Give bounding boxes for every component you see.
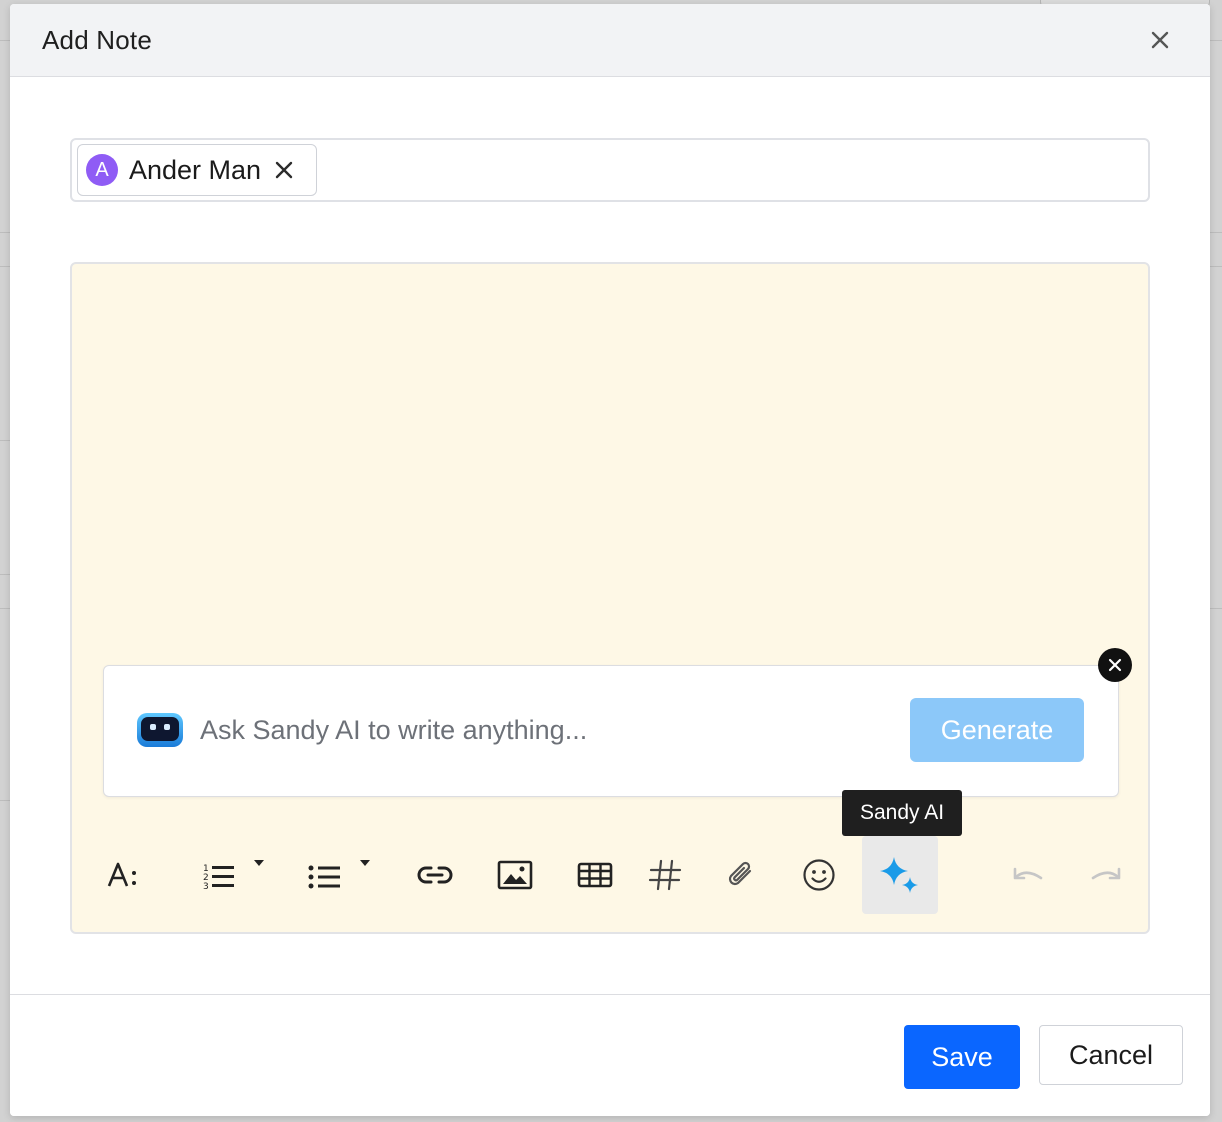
background-divider bbox=[1210, 40, 1222, 41]
background-divider bbox=[1210, 266, 1222, 267]
emoji-icon bbox=[803, 859, 835, 891]
save-button[interactable]: Save bbox=[904, 1025, 1020, 1089]
link-button[interactable] bbox=[410, 836, 460, 914]
background-divider bbox=[0, 232, 10, 233]
remove-recipient-button[interactable] bbox=[273, 159, 295, 181]
hashtag-icon bbox=[648, 859, 682, 891]
text-format-button[interactable] bbox=[98, 836, 148, 914]
link-icon bbox=[417, 866, 453, 884]
modal-header: Add Note bbox=[10, 4, 1210, 77]
numbered-list-icon: 1 2 3 bbox=[203, 860, 264, 890]
sparkle-icon bbox=[880, 857, 918, 893]
attachment-icon bbox=[728, 861, 752, 886]
modal-footer: Save Cancel bbox=[10, 994, 1210, 1116]
modal-title: Add Note bbox=[42, 25, 153, 55]
ai-prompt-input[interactable] bbox=[200, 706, 880, 754]
image-icon bbox=[497, 860, 533, 890]
svg-text:3: 3 bbox=[203, 882, 209, 890]
emoji-button[interactable] bbox=[794, 836, 844, 914]
insert-table-button[interactable] bbox=[570, 836, 620, 914]
background-divider bbox=[1210, 608, 1222, 609]
attachment-button[interactable] bbox=[716, 836, 766, 914]
avatar: A bbox=[86, 154, 118, 186]
recipient-name: Ander Man bbox=[129, 154, 262, 185]
recipient-field[interactable]: A Ander Man bbox=[70, 138, 1150, 202]
close-icon bbox=[275, 161, 293, 179]
background-divider bbox=[0, 266, 10, 267]
close-icon bbox=[1108, 658, 1122, 672]
background-divider bbox=[0, 608, 10, 609]
bulleted-list-button[interactable] bbox=[294, 836, 384, 914]
background-divider bbox=[0, 40, 10, 41]
undo-button[interactable] bbox=[1002, 836, 1052, 914]
numbered-list-button[interactable]: 1 2 3 bbox=[188, 836, 278, 914]
close-modal-button[interactable] bbox=[1146, 26, 1174, 54]
undo-icon bbox=[1013, 867, 1043, 880]
cancel-button[interactable]: Cancel bbox=[1039, 1025, 1183, 1085]
background-divider bbox=[1210, 232, 1222, 233]
bulleted-list-icon bbox=[308, 860, 370, 889]
redo-icon bbox=[1091, 867, 1121, 880]
sandy-ai-panel: Generate bbox=[103, 665, 1119, 797]
sandy-ai-tooltip: Sandy AI bbox=[842, 790, 962, 836]
robot-icon bbox=[137, 713, 183, 747]
insert-image-button[interactable] bbox=[490, 836, 540, 914]
hashtag-button[interactable] bbox=[640, 836, 690, 914]
background-divider bbox=[0, 440, 10, 441]
close-icon bbox=[1151, 31, 1169, 49]
table-icon bbox=[577, 862, 613, 888]
background-divider bbox=[0, 574, 10, 575]
close-ai-panel-button[interactable] bbox=[1098, 648, 1132, 682]
recipient-chip: A Ander Man bbox=[77, 144, 317, 196]
background-divider bbox=[0, 800, 10, 801]
sandy-ai-button[interactable] bbox=[862, 836, 938, 914]
generate-button[interactable]: Generate bbox=[910, 698, 1084, 762]
text-format-icon bbox=[107, 862, 136, 887]
note-editor[interactable]: Generate Sandy AI 1 2 3 bbox=[70, 262, 1150, 934]
redo-button[interactable] bbox=[1082, 836, 1132, 914]
add-note-modal: Add Note A Ander Man Ask Sandy AI to wri… bbox=[10, 4, 1210, 1116]
